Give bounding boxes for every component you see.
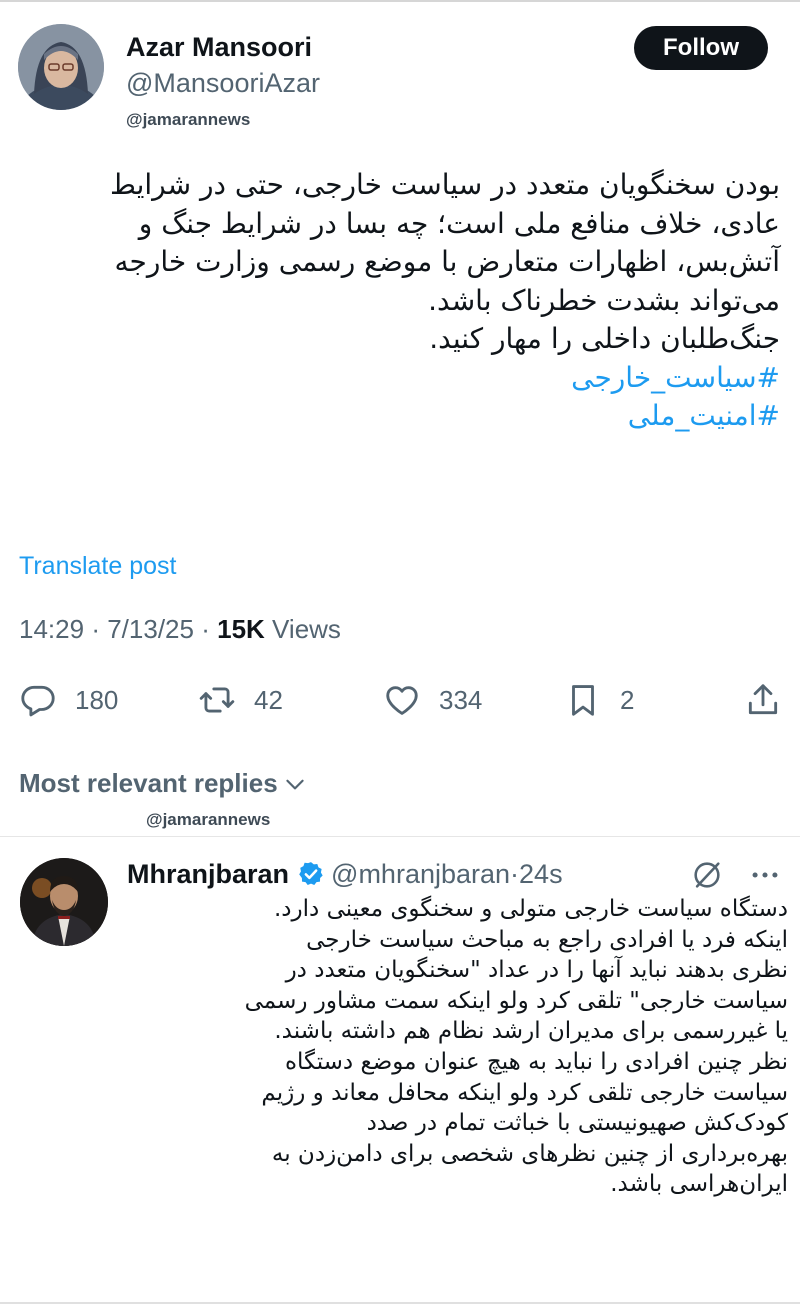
post-text-line: عادی، خلاف منافع ملی است؛ چه بسا در شرای… xyxy=(138,206,780,240)
hashtag-link[interactable]: #سیاست_خارجی xyxy=(24,359,780,398)
post-text-line: بودن سخنگویان متعدد در سیاست خارجی، حتی … xyxy=(110,168,780,201)
more-icon[interactable] xyxy=(748,858,782,892)
meta-separator: · xyxy=(201,614,210,644)
post-meta: 14:29 · 7/13/25 · 15K Views xyxy=(19,614,341,645)
author-avatar[interactable] xyxy=(18,24,104,110)
translate-post-link[interactable]: Translate post xyxy=(19,552,176,581)
repost-button[interactable]: 42 xyxy=(198,672,283,728)
replies-sort-dropdown[interactable]: Most relevant replies xyxy=(19,768,308,799)
reply-header: Mhranjbaran @mhranjbaran · 24s xyxy=(127,856,563,892)
post-header: Azar Mansoori @MansooriAzar @jamarannews… xyxy=(18,24,782,129)
reply-text-line: بهره‌برداری از چنین نظرهای شخصی برای دام… xyxy=(271,1140,788,1167)
like-count: 334 xyxy=(439,684,483,715)
reply-separator: · xyxy=(510,858,520,889)
author-name[interactable]: Azar Mansoori xyxy=(126,32,312,63)
follow-button[interactable]: Follow xyxy=(634,26,768,70)
reply-author-handle[interactable]: @mhranjbaran xyxy=(331,859,510,890)
views-label: Views xyxy=(272,614,341,644)
meta-separator: · xyxy=(91,614,100,644)
top-divider xyxy=(0,0,800,2)
repost-icon xyxy=(199,687,235,713)
action-bar: 180 42 334 2 xyxy=(0,672,800,728)
like-button[interactable]: 334 xyxy=(383,672,482,728)
post-text-line: جنگ‌طلبان داخلی را مهار کنید. xyxy=(429,322,780,355)
watermark-text: @jamarannews xyxy=(126,110,251,129)
reply-text-line: سیاست خارجی" تلقی کرد ولو اینکه سمت مشاو… xyxy=(244,987,788,1014)
bookmark-icon xyxy=(572,685,594,716)
reply-time[interactable]: 24s xyxy=(519,859,563,890)
post-date[interactable]: 7/13/25 xyxy=(107,614,194,644)
bookmark-button[interactable]: 2 xyxy=(564,672,634,728)
views-count: 15K xyxy=(217,614,265,644)
reply-text: دستگاه سیاست خارجی متولی و سخنگوی معینی … xyxy=(124,894,788,1200)
post-text: بودن سخنگویان متعدد در سیاست خارجی، حتی … xyxy=(24,166,780,436)
author-handle[interactable]: @MansooriAzar xyxy=(126,68,320,99)
reply-text-line: نظری بدهند نباید آنها را در عداد "سخنگوی… xyxy=(285,957,788,984)
reply-text-line: ایران‌هراسی باشد. xyxy=(610,1171,788,1198)
reply-text-line: کودک‌کش صهیونیستی با خباثت تمام در صدد xyxy=(366,1110,788,1137)
reply-count: 180 xyxy=(75,684,119,715)
hashtag-link[interactable]: #امنیت_ملی xyxy=(24,397,780,436)
share-button[interactable] xyxy=(744,672,800,728)
reply-button[interactable]: 180 xyxy=(19,672,118,728)
reply-author-avatar[interactable] xyxy=(20,858,108,946)
replies-sort-label: Most relevant replies xyxy=(19,768,278,798)
grok-icon[interactable] xyxy=(690,858,724,892)
reply-text-line: یا غیررسمی برای مدیران ارشد نظام هم داشت… xyxy=(274,1018,788,1045)
heart-icon xyxy=(386,686,418,715)
bookmark-count: 2 xyxy=(620,684,635,715)
post-text-line: آتش‌بس، اظهارات متعارض با موضع رسمی وزار… xyxy=(114,245,780,278)
reply-text-line: نظر چنین افرادی را نباید به هیچ عنوان مو… xyxy=(284,1048,788,1075)
repost-count: 42 xyxy=(254,684,283,715)
verified-badge-icon xyxy=(299,862,323,885)
reply-text-line: دستگاه سیاست خارجی متولی و سخنگوی معینی … xyxy=(273,896,788,922)
post-text-line: می‌تواند بشدت خطرناک باشد. xyxy=(428,283,780,317)
share-icon xyxy=(748,684,778,715)
section-divider xyxy=(0,836,800,837)
bottom-divider xyxy=(0,1302,800,1304)
chevron-down-icon xyxy=(285,779,304,789)
reply-text-line: سیاست خارجی تلقی کرد ولو اینکه محافل معا… xyxy=(261,1079,788,1106)
post-time[interactable]: 14:29 xyxy=(19,614,84,644)
reply-text-line: اینکه فرد یا افرادی راجع به مباحث سیاست … xyxy=(306,926,788,953)
reply-author-name[interactable]: Mhranjbaran xyxy=(127,859,289,890)
watermark-text: @jamarannews xyxy=(146,810,271,829)
reply-icon xyxy=(21,685,55,717)
